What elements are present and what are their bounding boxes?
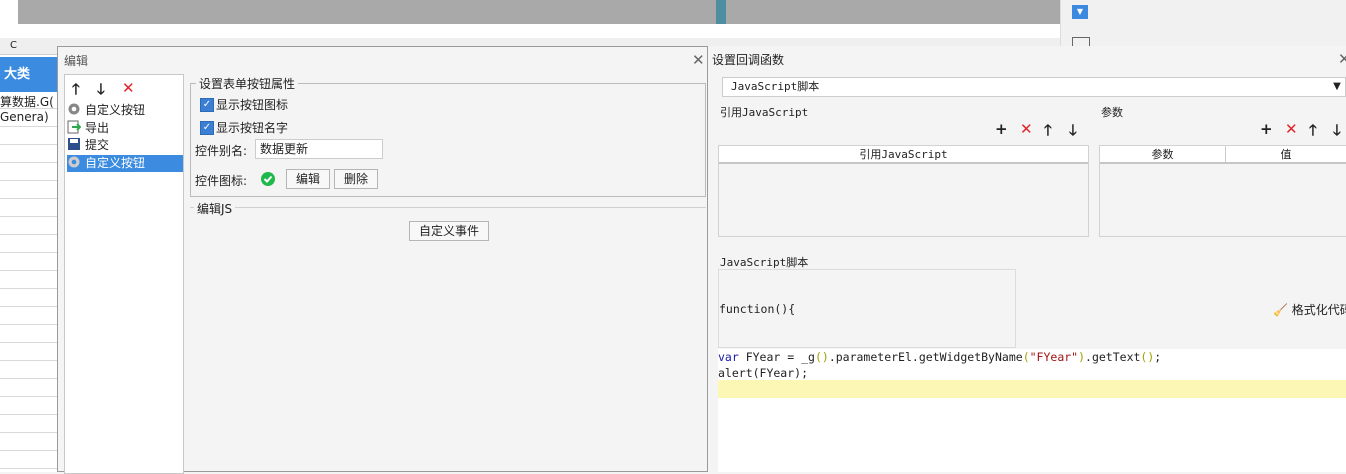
delete-icon[interactable]: ✕ xyxy=(1020,120,1033,138)
script-section-label: JavaScript脚本 xyxy=(720,256,809,269)
arrow-down-icon[interactable]: 🡓 xyxy=(1069,120,1077,145)
close-icon[interactable]: ✕ xyxy=(692,51,705,69)
column-c-header: C xyxy=(10,40,17,51)
chevron-down-icon[interactable]: ▼ xyxy=(1328,77,1346,97)
arrow-up-icon[interactable]: 🡑 xyxy=(1309,120,1317,145)
ref-js-column-header: 引用JavaScript xyxy=(719,146,1088,164)
gear-icon xyxy=(67,102,81,116)
code-line-1[interactable]: var FYear = _g().parameterEl.getWidgetBy… xyxy=(718,350,1161,364)
broom-icon: 🧹 xyxy=(1273,303,1288,317)
format-code-button[interactable]: 🧹 格式化代码 xyxy=(1273,301,1346,318)
tree-item-label: 导出 xyxy=(85,121,110,135)
js-separator xyxy=(190,207,706,208)
code-editor[interactable] xyxy=(718,349,1346,472)
tree-item-export[interactable]: 导出 xyxy=(67,120,183,137)
properties-legend: 设置表单按钮属性 xyxy=(196,75,299,92)
show-icon-label: 显示按钮图标 xyxy=(216,98,289,112)
right-sidebar xyxy=(1060,0,1346,48)
code-line-2[interactable]: alert(FYear); xyxy=(718,366,808,380)
category-header-cell[interactable]: 大类 xyxy=(0,57,60,92)
callback-dialog: 设置回调函数 ✕ JavaScript脚本 ▼ 引用JavaScript 参数 … xyxy=(707,46,1346,472)
show-name-checkbox[interactable]: ✓ xyxy=(200,121,214,135)
script-type-select[interactable]: JavaScript脚本 xyxy=(722,77,1346,97)
params-table[interactable]: 参数 值 xyxy=(1099,145,1346,237)
icon-label: 控件图标: xyxy=(195,174,248,188)
button-list-panel: 🡑 🡓 ✕ 自定义按钮 导出 提交 自定义按钮 xyxy=(64,74,184,474)
delete-icon[interactable]: ✕ xyxy=(1285,120,1298,138)
edit-js-legend: 编辑JS xyxy=(194,200,236,217)
edit-dialog: 编辑 ✕ 🡑 🡓 ✕ 自定义按钮 导出 提交 自定义按钮 设置表单按钮属性 ✓ xyxy=(57,46,711,474)
show-name-label: 显示按钮名字 xyxy=(216,121,289,135)
ref-js-label: 引用JavaScript xyxy=(720,106,809,119)
spreadsheet-grey-band xyxy=(18,0,1060,24)
format-code-label: 格式化代码 xyxy=(1291,303,1346,317)
formula-cell[interactable]: 算数据.G( xyxy=(0,93,60,110)
ref-js-table[interactable]: 引用JavaScript xyxy=(718,145,1089,237)
tree-item-label: 自定义按钮 xyxy=(85,103,146,117)
custom-event-button[interactable]: 自定义事件 xyxy=(409,221,489,241)
add-icon[interactable]: + xyxy=(1260,120,1273,138)
show-icon-checkbox[interactable]: ✓ xyxy=(200,98,214,112)
arrow-up-icon[interactable]: 🡑 xyxy=(72,79,80,104)
edit-icon-button[interactable]: 编辑 xyxy=(286,169,330,189)
dialog-title: 编辑 xyxy=(64,54,89,68)
param-column-header: 参数 xyxy=(1100,146,1226,164)
tree-item-custom-button-selected[interactable]: 自定义按钮 xyxy=(67,155,183,172)
close-icon[interactable]: ✕ xyxy=(1338,50,1346,68)
alias-label: 控件别名: xyxy=(195,144,248,158)
tree-item-label: 自定义按钮 xyxy=(85,156,146,170)
params-label: 参数 xyxy=(1101,106,1123,119)
tree-item-custom-button[interactable]: 自定义按钮 xyxy=(67,102,183,119)
alias-input[interactable]: 数据更新 xyxy=(255,139,383,159)
gear-icon xyxy=(67,155,81,169)
dialog-title: 设置回调函数 xyxy=(712,53,785,67)
tree-item-submit[interactable]: 提交 xyxy=(67,137,183,154)
function-header: function(){ xyxy=(719,302,796,316)
delete-icon[interactable]: ✕ xyxy=(122,79,135,97)
spreadsheet-teal-marker xyxy=(716,0,726,24)
general-cell[interactable]: Genera) xyxy=(0,110,60,124)
check-circle-icon xyxy=(261,172,275,189)
arrow-up-icon[interactable]: 🡑 xyxy=(1044,120,1052,145)
add-icon[interactable]: + xyxy=(995,120,1008,138)
current-line-highlight xyxy=(718,380,1346,398)
delete-icon-button[interactable]: 删除 xyxy=(334,169,378,189)
export-icon xyxy=(67,120,82,134)
dropdown-icon[interactable]: ▼ xyxy=(1072,5,1088,19)
arrow-down-icon[interactable]: 🡓 xyxy=(97,79,105,104)
save-icon xyxy=(67,137,81,151)
tree-item-label: 提交 xyxy=(85,138,110,152)
value-column-header: 值 xyxy=(1226,146,1346,164)
arrow-down-icon[interactable]: 🡓 xyxy=(1333,120,1341,145)
